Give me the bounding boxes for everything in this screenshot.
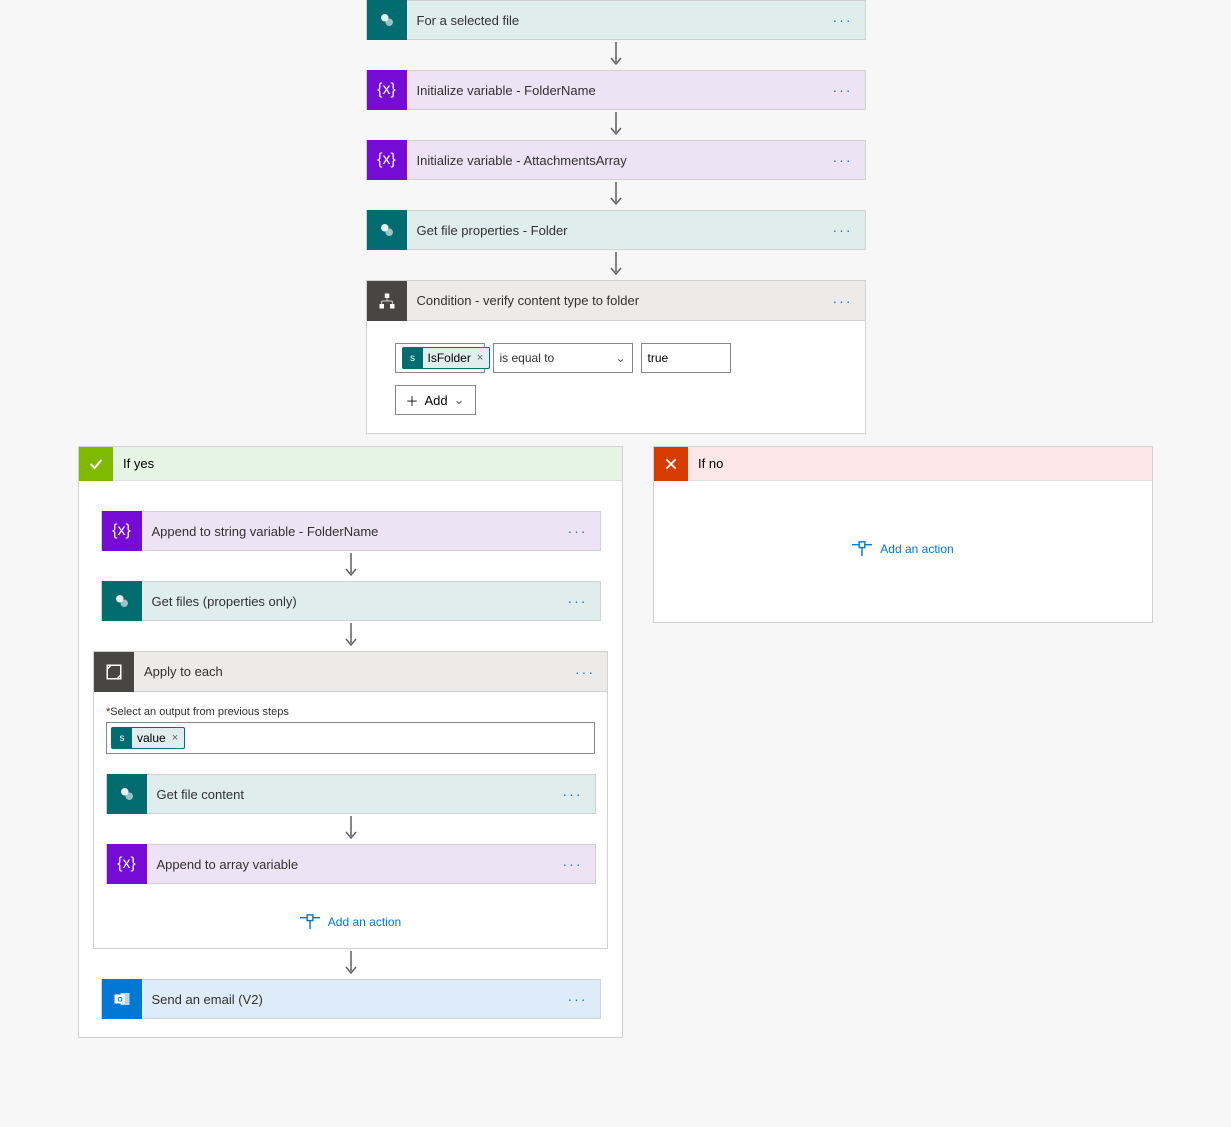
step-get-file-properties-folder[interactable]: Get file properties - Folder ··· bbox=[366, 210, 866, 250]
apply-input-field[interactable]: s value × bbox=[106, 722, 595, 754]
remove-token-icon[interactable]: × bbox=[477, 352, 483, 364]
apply-input-label: *Select an output from previous steps bbox=[106, 706, 289, 718]
more-menu-icon[interactable]: ··· bbox=[821, 293, 865, 309]
sharepoint-icon bbox=[367, 210, 407, 250]
add-action-label: Add an action bbox=[328, 915, 401, 929]
arrow-down-icon bbox=[344, 621, 358, 651]
variable-icon: {x} bbox=[107, 844, 147, 884]
svg-text:O: O bbox=[117, 996, 122, 1003]
close-icon bbox=[654, 447, 688, 481]
condition-right-operand[interactable]: true bbox=[641, 343, 731, 373]
more-menu-icon[interactable]: ··· bbox=[556, 523, 600, 539]
step-title: Initialize variable - AttachmentsArray bbox=[407, 153, 821, 168]
sharepoint-icon bbox=[367, 0, 407, 40]
add-label: Add bbox=[425, 393, 448, 408]
chevron-down-icon: ⌄ bbox=[615, 351, 625, 365]
apply-to-each-block: Apply to each ··· *Select an output from… bbox=[93, 651, 608, 949]
more-menu-icon[interactable]: ··· bbox=[556, 593, 600, 609]
step-title: For a selected file bbox=[407, 13, 821, 28]
token-label: value bbox=[137, 731, 166, 745]
arrow-down-icon bbox=[609, 180, 623, 210]
apply-to-each-header[interactable]: Apply to each ··· bbox=[94, 652, 607, 692]
step-append-array[interactable]: {x} Append to array variable ··· bbox=[106, 844, 596, 884]
remove-token-icon[interactable]: × bbox=[172, 732, 178, 744]
step-title: Get file content bbox=[147, 787, 551, 802]
condition-icon bbox=[367, 281, 407, 321]
condition-block: Condition - verify content type to folde… bbox=[366, 280, 866, 434]
loop-icon bbox=[94, 652, 134, 692]
more-menu-icon[interactable]: ··· bbox=[821, 82, 865, 98]
step-init-attachments[interactable]: {x} Initialize variable - AttachmentsArr… bbox=[366, 140, 866, 180]
step-send-email[interactable]: O Send an email (V2) ··· bbox=[101, 979, 601, 1019]
apply-title: Apply to each bbox=[134, 664, 563, 679]
token-isfolder[interactable]: s IsFolder × bbox=[402, 347, 491, 369]
condition-title: Condition - verify content type to folde… bbox=[407, 293, 821, 308]
variable-icon: {x} bbox=[367, 140, 407, 180]
more-menu-icon[interactable]: ··· bbox=[821, 152, 865, 168]
step-get-file-content[interactable]: Get file content ··· bbox=[106, 774, 596, 814]
condition-branches: If yes {x} Append to string variable - F… bbox=[0, 446, 1231, 1038]
sharepoint-icon bbox=[102, 581, 142, 621]
arrow-down-icon bbox=[609, 40, 623, 70]
more-menu-icon[interactable]: ··· bbox=[556, 991, 600, 1007]
add-action-button[interactable]: Add an action bbox=[852, 541, 953, 557]
chevron-down-icon: ⌄ bbox=[454, 392, 465, 408]
step-for-selected-file[interactable]: For a selected file ··· bbox=[366, 0, 866, 40]
branch-no-label: If no bbox=[688, 456, 723, 471]
step-init-foldername[interactable]: {x} Initialize variable - FolderName ··· bbox=[366, 70, 866, 110]
arrow-down-icon bbox=[344, 814, 358, 844]
branch-no-header: If no bbox=[654, 447, 1152, 481]
condition-header[interactable]: Condition - verify content type to folde… bbox=[367, 281, 865, 321]
more-menu-icon[interactable]: ··· bbox=[551, 856, 595, 872]
step-get-files[interactable]: Get files (properties only) ··· bbox=[101, 581, 601, 621]
step-title: Initialize variable - FolderName bbox=[407, 83, 821, 98]
sharepoint-icon bbox=[107, 774, 147, 814]
step-title: Append to string variable - FolderName bbox=[142, 524, 556, 539]
add-action-label: Add an action bbox=[880, 542, 953, 556]
check-icon bbox=[79, 447, 113, 481]
plus-icon: ＋ bbox=[406, 391, 419, 410]
token-label: IsFolder bbox=[428, 351, 471, 365]
arrow-down-icon bbox=[609, 110, 623, 140]
value-text: true bbox=[648, 351, 669, 365]
branch-yes-label: If yes bbox=[113, 456, 154, 471]
add-action-button[interactable]: Add an action bbox=[300, 914, 401, 930]
outlook-icon: O bbox=[102, 979, 142, 1019]
branch-no: If no Add an action bbox=[653, 446, 1153, 623]
step-title: Send an email (V2) bbox=[142, 992, 556, 1007]
operator-value: is equal to bbox=[500, 351, 555, 365]
step-title: Append to array variable bbox=[147, 857, 551, 872]
step-title: Get file properties - Folder bbox=[407, 223, 821, 238]
add-condition-button[interactable]: ＋ Add ⌄ bbox=[395, 385, 476, 415]
arrow-down-icon bbox=[344, 949, 358, 979]
condition-operator-select[interactable]: is equal to ⌄ bbox=[493, 343, 633, 373]
branch-yes: If yes {x} Append to string variable - F… bbox=[78, 446, 623, 1038]
variable-icon: {x} bbox=[102, 511, 142, 551]
sharepoint-icon: s bbox=[403, 348, 423, 368]
step-title: Get files (properties only) bbox=[142, 594, 556, 609]
token-value[interactable]: s value × bbox=[111, 727, 185, 749]
sharepoint-icon: s bbox=[112, 728, 132, 748]
more-menu-icon[interactable]: ··· bbox=[563, 664, 607, 680]
variable-icon: {x} bbox=[367, 70, 407, 110]
arrow-down-icon bbox=[609, 250, 623, 280]
branch-yes-header: If yes bbox=[79, 447, 622, 481]
more-menu-icon[interactable]: ··· bbox=[821, 222, 865, 238]
more-menu-icon[interactable]: ··· bbox=[821, 12, 865, 28]
step-append-string[interactable]: {x} Append to string variable - FolderNa… bbox=[101, 511, 601, 551]
more-menu-icon[interactable]: ··· bbox=[551, 786, 595, 802]
condition-left-operand[interactable]: s IsFolder × bbox=[395, 343, 485, 373]
arrow-down-icon bbox=[344, 551, 358, 581]
